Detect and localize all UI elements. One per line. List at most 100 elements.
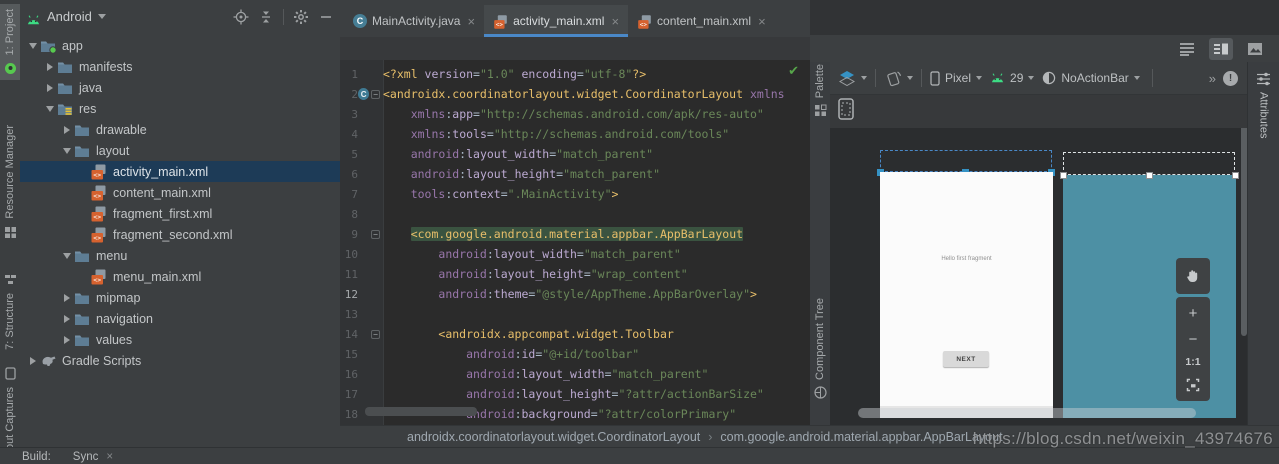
orientation-icon[interactable]	[884, 70, 913, 87]
fold-icon[interactable]: −	[371, 329, 380, 339]
chevron-right-icon[interactable]	[43, 62, 57, 71]
selection-handle[interactable]	[1232, 172, 1239, 179]
structure-icon	[4, 273, 17, 286]
tree-item[interactable]: layout	[20, 140, 340, 161]
tree-item[interactable]: app	[20, 35, 340, 56]
tree-item-label: Gradle Scripts	[62, 353, 142, 368]
tree-item[interactable]: <> fragment_second.xml	[20, 224, 340, 245]
folder-icon	[74, 143, 91, 159]
code-line: 5 android:layout_width="match_parent"	[340, 144, 810, 164]
chevron-right-icon[interactable]	[60, 125, 74, 134]
tree-item[interactable]: <> fragment_first.xml	[20, 203, 340, 224]
selection-handle[interactable]	[1146, 172, 1153, 179]
chevron-right-icon[interactable]	[60, 293, 74, 302]
device-frame-icon[interactable]	[838, 98, 854, 125]
tab-component-tree[interactable]: Component Tree	[810, 298, 830, 399]
tree-item[interactable]: java	[20, 77, 340, 98]
close-icon[interactable]: ×	[106, 451, 113, 463]
chevron-down-icon[interactable]	[43, 105, 57, 112]
tree-item-label: activity_main.xml	[113, 164, 209, 179]
chevron-down-icon[interactable]	[26, 42, 40, 49]
zoom-ratio[interactable]: 1:1	[1185, 357, 1200, 368]
design-view-icon[interactable]	[1243, 38, 1267, 60]
tool-window-tab-resource-manager[interactable]: Resource Manager	[0, 120, 20, 244]
tool-window-tab--structure[interactable]: 7: Structure	[0, 268, 20, 355]
tree-item[interactable]: mipmap	[20, 287, 340, 308]
split-view-icon[interactable]	[1209, 37, 1233, 60]
theme-selector-label: NoActionBar	[1061, 71, 1129, 85]
tab-palette[interactable]: Palette	[810, 64, 830, 117]
theme-selector[interactable]: NoActionBar	[1042, 71, 1140, 85]
code-view-icon[interactable]	[1175, 38, 1199, 60]
editor-tab[interactable]: <> activity_main.xml ×	[484, 5, 629, 37]
zoom-to-fit-icon[interactable]	[1186, 378, 1200, 392]
tree-item[interactable]: values	[20, 329, 340, 350]
status-bar: Build: Sync ×	[0, 447, 1279, 464]
zoom-in-icon[interactable]: +	[1189, 306, 1198, 321]
editor-header-band	[340, 37, 810, 60]
svg-text:<>: <>	[93, 213, 101, 221]
tree-item-label: navigation	[96, 311, 153, 326]
tree-item[interactable]: <> menu_main.xml	[20, 266, 340, 287]
project-view-selector[interactable]: Android	[47, 9, 92, 24]
editor-tab[interactable]: C MainActivity.java ×	[344, 5, 484, 37]
code-line: 12 android:theme="@style/AppTheme.AppBar…	[340, 284, 810, 304]
code-text: android:layout_height="wrap_content"	[438, 267, 688, 281]
chevron-right-icon[interactable]	[60, 314, 74, 323]
close-icon[interactable]: ×	[758, 14, 766, 29]
line-number: 8	[351, 207, 358, 221]
settings-gear-icon[interactable]	[293, 9, 309, 25]
toolbar-overflow-button[interactable]: »	[1209, 71, 1216, 86]
blueprint-preview[interactable]	[1063, 175, 1236, 418]
folder-icon	[74, 311, 91, 327]
api-level-selector[interactable]: 29	[990, 71, 1035, 85]
tree-item[interactable]: menu	[20, 245, 340, 266]
breadcrumb-item[interactable]: com.google.android.material.appbar.AppBa…	[720, 430, 1002, 444]
design-preview[interactable]: Hello first fragment NEXT	[880, 172, 1053, 418]
gutter-slot: C −	[358, 88, 382, 100]
tool-window-tab--project[interactable]: 1: Project	[0, 4, 20, 81]
line-number: 10	[344, 247, 358, 261]
chevron-right-icon[interactable]	[43, 83, 57, 92]
chevron-right-icon[interactable]	[60, 335, 74, 344]
tree-item[interactable]: navigation	[20, 308, 340, 329]
collapse-all-icon[interactable]	[258, 9, 274, 25]
fold-icon[interactable]: −	[371, 229, 380, 239]
project-header-actions	[233, 8, 334, 25]
tab-attributes[interactable]: Attributes	[1258, 92, 1270, 138]
close-icon[interactable]: ×	[467, 14, 475, 29]
chevron-down-icon	[861, 76, 867, 80]
inspection-status-icon[interactable]: ✔	[788, 63, 799, 79]
editor-horizontal-scrollbar[interactable]	[365, 407, 477, 416]
code-line: 16 android:layout_width="match_parent"	[340, 364, 810, 384]
design-canvas[interactable]: Hello first fragment NEXT + − 1:1	[830, 128, 1248, 425]
build-sync-tab[interactable]: Sync	[73, 451, 99, 463]
selection-handle[interactable]	[1060, 172, 1067, 179]
tree-item[interactable]: manifests	[20, 56, 340, 77]
close-icon[interactable]: ×	[611, 14, 619, 29]
pan-hand-icon[interactable]	[1176, 258, 1210, 294]
locate-icon[interactable]	[233, 9, 249, 25]
chevron-down-icon[interactable]	[60, 147, 74, 154]
tree-item[interactable]: res	[20, 98, 340, 119]
chevron-down-icon	[1028, 76, 1035, 80]
canvas-horizontal-scrollbar[interactable]	[858, 408, 1196, 418]
hide-panel-icon[interactable]	[318, 9, 334, 25]
chevron-right-icon[interactable]	[26, 356, 40, 365]
chevron-down-icon	[1133, 76, 1140, 80]
editor-tab[interactable]: <> content_main.xml ×	[628, 5, 775, 37]
fold-icon[interactable]: −	[371, 89, 380, 99]
tree-item[interactable]: Gradle Scripts	[20, 350, 340, 371]
code-area[interactable]: 1 <?xml version="1.0" encoding="utf-8"?> 2…	[340, 64, 810, 424]
tool-window-tab-label: 1: Project	[4, 9, 16, 56]
tree-item[interactable]: <> activity_main.xml	[20, 161, 340, 182]
zoom-out-icon[interactable]: −	[1189, 332, 1198, 347]
chevron-down-icon[interactable]	[60, 252, 74, 259]
device-selector[interactable]: Pixel	[930, 70, 983, 86]
preview-next-button[interactable]: NEXT	[943, 351, 989, 367]
tree-item[interactable]: drawable	[20, 119, 340, 140]
error-badge-icon[interactable]: !	[1223, 70, 1238, 86]
layers-icon[interactable]	[838, 70, 867, 86]
tree-item[interactable]: <> content_main.xml	[20, 182, 340, 203]
breadcrumb-item[interactable]: androidx.coordinatorlayout.widget.Coordi…	[407, 430, 700, 444]
